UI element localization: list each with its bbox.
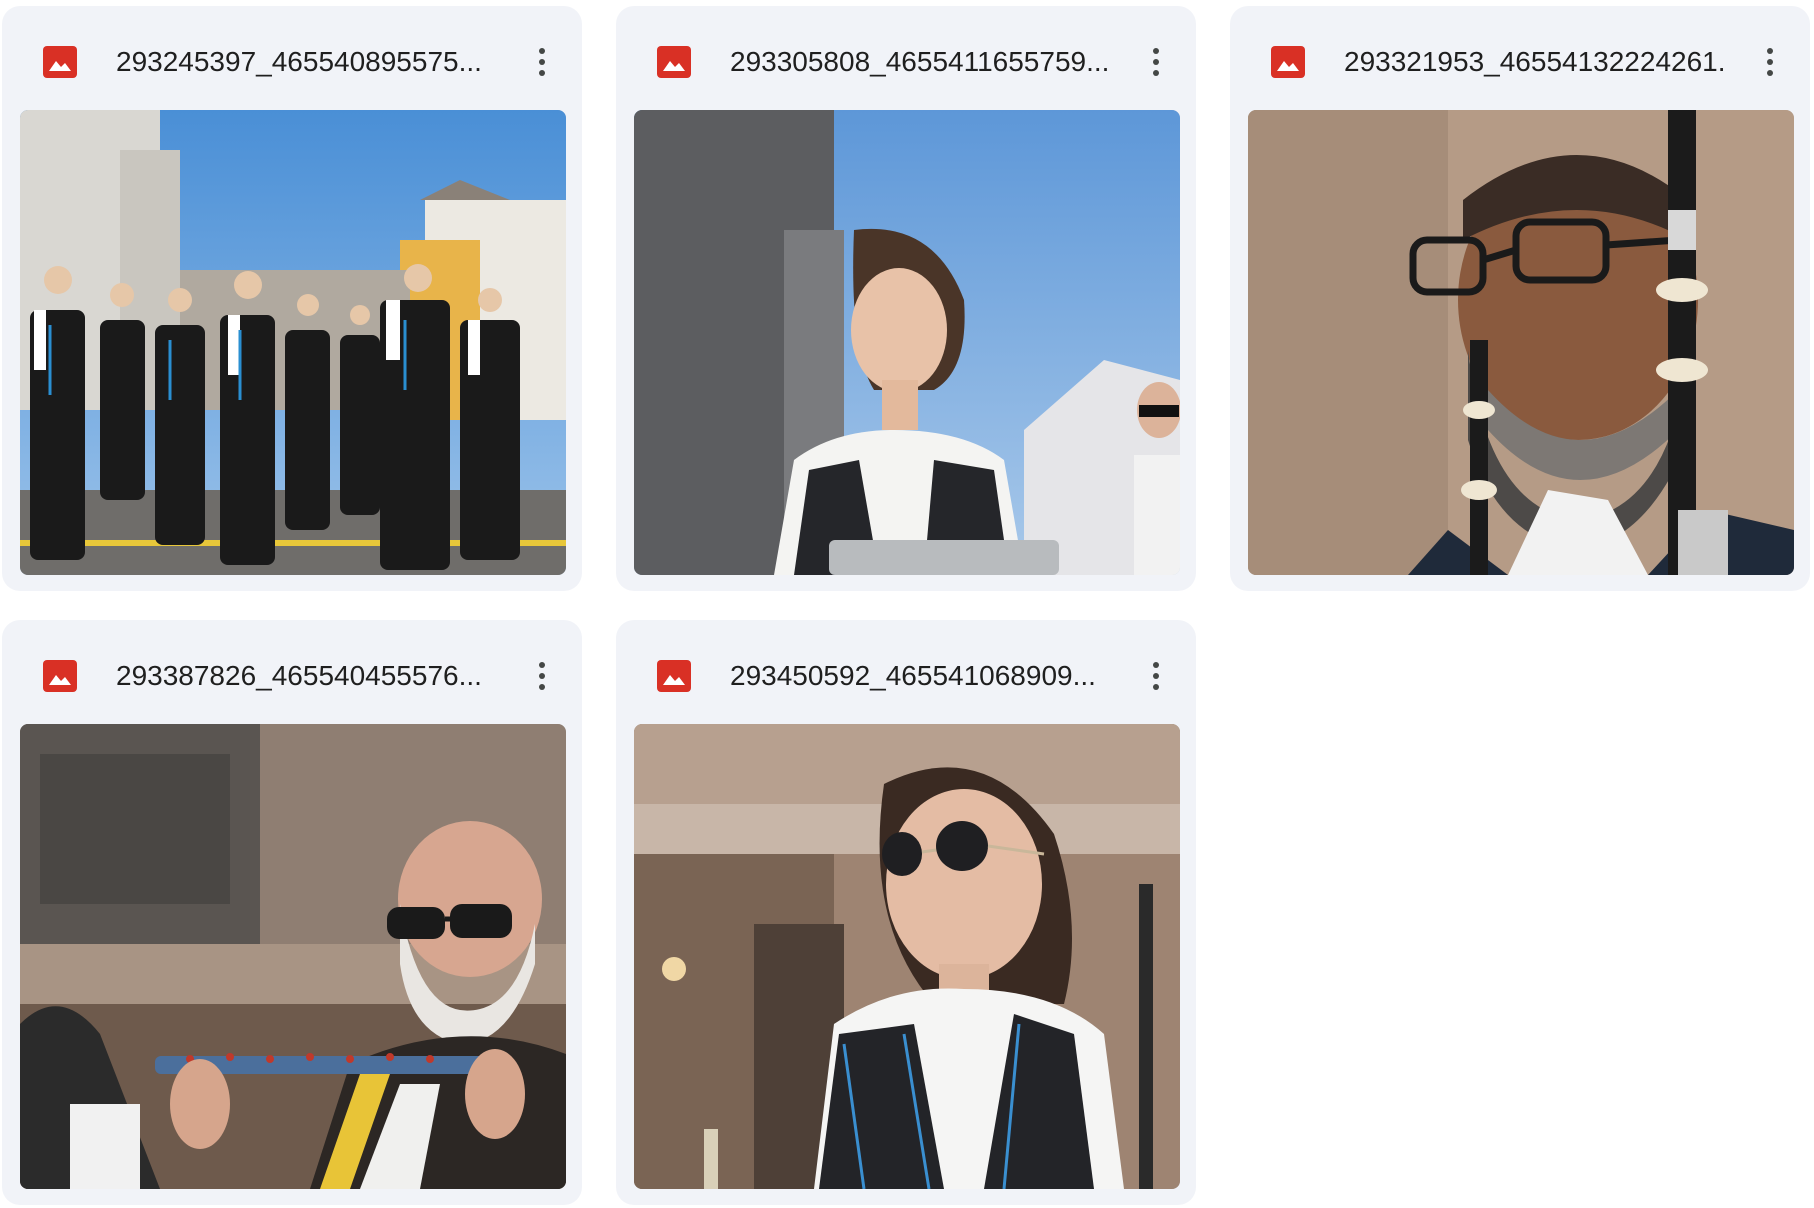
more-options-icon[interactable]: [1134, 40, 1178, 84]
file-card-header: 293321953_46554132224261...: [1230, 6, 1810, 110]
file-thumbnail[interactable]: [634, 724, 1180, 1189]
file-card[interactable]: 293245397_465540895575...: [2, 6, 582, 591]
more-options-icon[interactable]: [520, 654, 564, 698]
file-name[interactable]: 293305808_4655411655759...: [730, 42, 1110, 82]
image-icon: [657, 660, 691, 692]
image-icon: [1271, 46, 1305, 78]
file-name[interactable]: 293321953_46554132224261...: [1344, 42, 1724, 82]
more-options-icon[interactable]: [1134, 654, 1178, 698]
file-card[interactable]: 293450592_465541068909...: [616, 620, 1196, 1205]
file-card-header: 293305808_4655411655759...: [616, 6, 1196, 110]
image-icon: [657, 46, 691, 78]
image-icon: [43, 660, 77, 692]
file-name[interactable]: 293387826_465540455576...: [116, 656, 496, 696]
file-name[interactable]: 293450592_465541068909...: [730, 656, 1110, 696]
file-card-header: 293245397_465540895575...: [2, 6, 582, 110]
file-thumbnail[interactable]: [20, 110, 566, 575]
file-grid: 293245397_465540895575... 293305808_4655…: [0, 0, 1814, 1208]
file-card-header: 293387826_465540455576...: [2, 620, 582, 724]
file-thumbnail[interactable]: [20, 724, 566, 1189]
file-card[interactable]: 293305808_4655411655759...: [616, 6, 1196, 591]
more-options-icon[interactable]: [1748, 40, 1792, 84]
file-thumbnail[interactable]: [634, 110, 1180, 575]
file-card[interactable]: 293387826_465540455576...: [2, 620, 582, 1205]
more-options-icon[interactable]: [520, 40, 564, 84]
image-icon: [43, 46, 77, 78]
file-thumbnail[interactable]: [1248, 110, 1794, 575]
file-name[interactable]: 293245397_465540895575...: [116, 42, 496, 82]
file-card-header: 293450592_465541068909...: [616, 620, 1196, 724]
file-card[interactable]: 293321953_46554132224261...: [1230, 6, 1810, 591]
